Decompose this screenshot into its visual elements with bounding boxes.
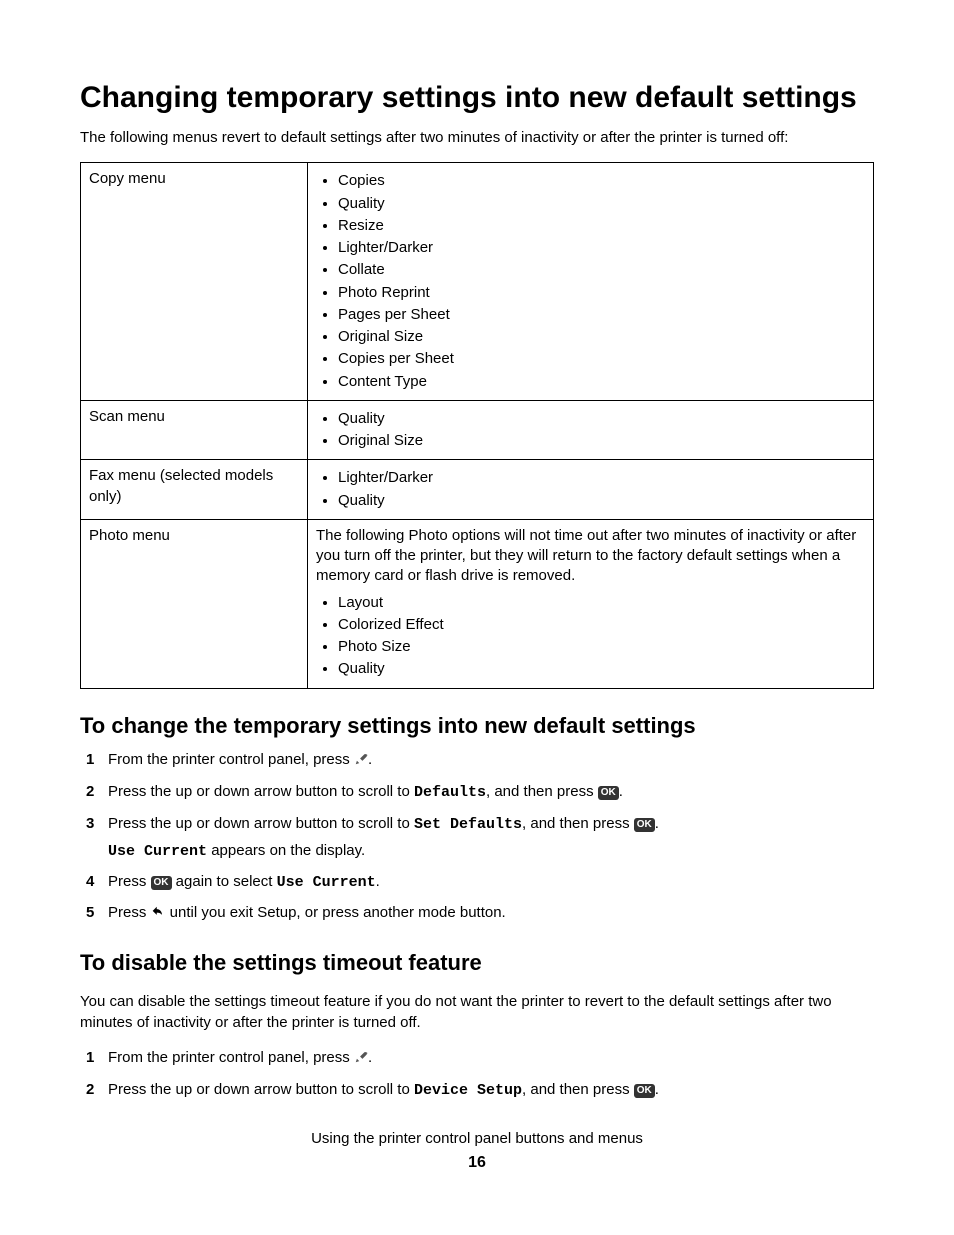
step-item: Press the up or down arrow button to scr… xyxy=(80,782,874,803)
section-intro: You can disable the settings timeout fea… xyxy=(80,992,874,1033)
menu-code: Defaults xyxy=(414,784,486,801)
step-item: Press until you exit Setup, or press ano… xyxy=(80,903,874,925)
page-footer: Using the printer control panel buttons … xyxy=(80,1129,874,1173)
section-heading: To change the temporary settings into ne… xyxy=(80,711,874,741)
step-item: Press OK again to select Use Current. xyxy=(80,872,874,893)
step-text: Press xyxy=(108,873,151,890)
steps-list: From the printer control panel, press . … xyxy=(80,750,874,926)
step-text: , and then press xyxy=(522,815,634,832)
list-item: Quality xyxy=(338,409,865,429)
ok-icon: OK xyxy=(151,876,172,890)
step-text: appears on the display. xyxy=(207,842,365,859)
ok-icon: OK xyxy=(634,818,655,832)
row-label: Photo menu xyxy=(81,519,308,688)
settings-table: Copy menu Copies Quality Resize Lighter/… xyxy=(80,162,874,688)
menu-code: Set Defaults xyxy=(414,816,522,833)
table-row: Scan menu Quality Original Size xyxy=(81,400,874,460)
list-item: Content Type xyxy=(338,372,865,392)
step-text: Press the up or down arrow button to scr… xyxy=(108,783,414,800)
step-text: . xyxy=(655,1081,659,1098)
row-content: Lighter/Darker Quality xyxy=(308,460,874,520)
list-item: Original Size xyxy=(338,431,865,451)
list-item: Photo Reprint xyxy=(338,283,865,303)
step-text: until you exit Setup, or press another m… xyxy=(166,904,506,921)
footer-page-number: 16 xyxy=(80,1152,874,1174)
step-text: . xyxy=(376,873,380,890)
step-text: , and then press xyxy=(486,783,598,800)
back-icon xyxy=(151,905,166,925)
row-content: Quality Original Size xyxy=(308,400,874,460)
row-content: The following Photo options will not tim… xyxy=(308,519,874,688)
menu-code: Use Current xyxy=(277,874,376,891)
table-row: Copy menu Copies Quality Resize Lighter/… xyxy=(81,163,874,401)
list-item: Collate xyxy=(338,260,865,280)
step-item: From the printer control panel, press . xyxy=(80,1048,874,1070)
row-label: Copy menu xyxy=(81,163,308,401)
ok-icon: OK xyxy=(634,1084,655,1098)
ok-icon: OK xyxy=(598,786,619,800)
list-item: Colorized Effect xyxy=(338,615,865,635)
step-text: . xyxy=(368,1049,372,1066)
step-text: Press the up or down arrow button to scr… xyxy=(108,815,414,832)
list-item: Original Size xyxy=(338,327,865,347)
row-label: Scan menu xyxy=(81,400,308,460)
steps-list: From the printer control panel, press . … xyxy=(80,1048,874,1102)
table-row: Fax menu (selected models only) Lighter/… xyxy=(81,460,874,520)
wrench-icon xyxy=(354,752,368,772)
intro-text: The following menus revert to default se… xyxy=(80,128,874,148)
step-text: Press xyxy=(108,904,151,921)
display-code: Use Current xyxy=(108,843,207,860)
step-text: . xyxy=(619,783,623,800)
step-text: From the printer control panel, press xyxy=(108,1049,354,1066)
row-label: Fax menu (selected models only) xyxy=(81,460,308,520)
step-item: Press the up or down arrow button to scr… xyxy=(80,1080,874,1101)
menu-code: Device Setup xyxy=(414,1082,522,1099)
list-item: Quality xyxy=(338,491,865,511)
list-item: Quality xyxy=(338,194,865,214)
step-item: From the printer control panel, press . xyxy=(80,750,874,772)
section-heading: To disable the settings timeout feature xyxy=(80,948,874,978)
footer-title: Using the printer control panel buttons … xyxy=(80,1129,874,1149)
row-content: Copies Quality Resize Lighter/Darker Col… xyxy=(308,163,874,401)
list-item: Copies xyxy=(338,171,865,191)
list-item: Lighter/Darker xyxy=(338,238,865,258)
step-text: , and then press xyxy=(522,1081,634,1098)
page-title: Changing temporary settings into new def… xyxy=(80,80,874,116)
step-text: again to select xyxy=(172,873,277,890)
list-item: Lighter/Darker xyxy=(338,468,865,488)
step-text: . xyxy=(368,751,372,768)
step-text: Press the up or down arrow button to scr… xyxy=(108,1081,414,1098)
list-item: Resize xyxy=(338,216,865,236)
list-item: Copies per Sheet xyxy=(338,349,865,369)
row-note: The following Photo options will not tim… xyxy=(316,526,865,587)
step-item: Press the up or down arrow button to scr… xyxy=(80,814,874,863)
list-item: Photo Size xyxy=(338,637,865,657)
step-text: From the printer control panel, press xyxy=(108,751,354,768)
list-item: Layout xyxy=(338,593,865,613)
step-text: . xyxy=(655,815,659,832)
table-row: Photo menu The following Photo options w… xyxy=(81,519,874,688)
wrench-icon xyxy=(354,1050,368,1070)
list-item: Quality xyxy=(338,659,865,679)
list-item: Pages per Sheet xyxy=(338,305,865,325)
